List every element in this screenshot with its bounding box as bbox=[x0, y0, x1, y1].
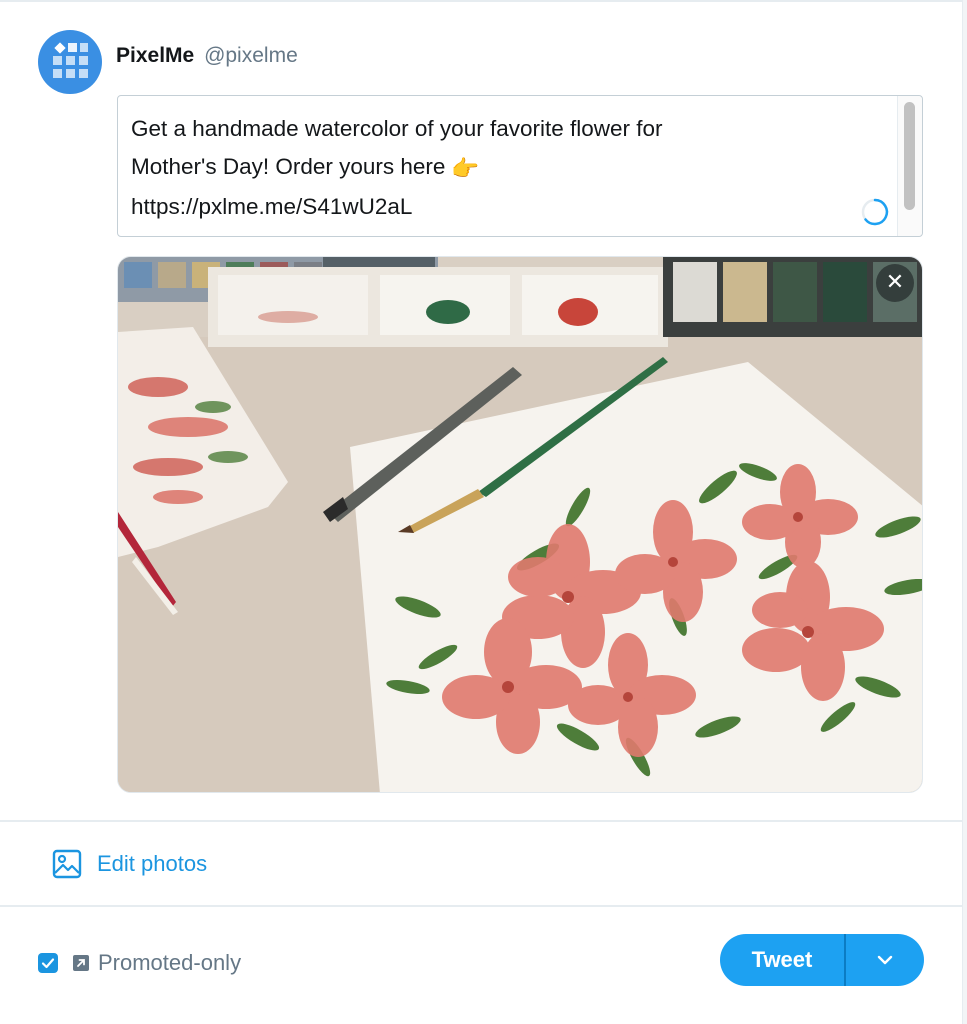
tweet-text-line-2-text: Mother's Day! Order yours here bbox=[131, 154, 446, 179]
attached-photo[interactable] bbox=[117, 256, 923, 793]
checkmark-icon bbox=[41, 958, 55, 969]
tweet-button[interactable]: Tweet bbox=[720, 934, 844, 986]
tweet-text-line-1: Get a handmade watercolor of your favori… bbox=[131, 116, 663, 141]
author-handle: @pixelme bbox=[204, 44, 298, 67]
tweet-button-group: Tweet bbox=[720, 934, 924, 986]
loading-ring-icon bbox=[861, 198, 889, 226]
window-scrollbar[interactable] bbox=[962, 0, 967, 1024]
text-scrollbar-thumb[interactable] bbox=[904, 102, 915, 210]
author-line: PixelMe @pixelme bbox=[116, 44, 298, 68]
tweet-text-line-3: https://pxlme.me/S41wU2aL bbox=[131, 194, 413, 219]
divider bbox=[0, 820, 963, 822]
tweet-text-input[interactable]: Get a handmade watercolor of your favori… bbox=[117, 95, 923, 237]
text-scrollbar[interactable] bbox=[897, 96, 922, 236]
edit-photos-label: Edit photos bbox=[97, 851, 208, 876]
author-name: PixelMe bbox=[116, 44, 195, 67]
chevron-down-icon bbox=[877, 955, 893, 965]
avatar bbox=[38, 30, 102, 94]
promoted-only-option: Promoted-only bbox=[38, 948, 241, 978]
remove-photo-button[interactable]: ✕ bbox=[876, 264, 914, 302]
pixelme-logo-icon bbox=[53, 42, 88, 78]
external-link-icon bbox=[73, 955, 89, 971]
pointing-hand-emoji: 👉 bbox=[451, 156, 480, 181]
promoted-only-label: Promoted-only bbox=[98, 950, 242, 975]
tweet-text[interactable]: Get a handmade watercolor of your favori… bbox=[131, 110, 851, 226]
tweet-text-line-2: Mother's Day! Order yours here 👉 bbox=[131, 148, 851, 188]
top-border bbox=[0, 0, 967, 2]
divider bbox=[0, 905, 963, 907]
image-icon bbox=[52, 849, 82, 879]
tweet-options-button[interactable] bbox=[846, 934, 924, 986]
edit-photos-button[interactable]: Edit photos bbox=[52, 848, 207, 880]
promoted-only-checkbox[interactable] bbox=[38, 953, 58, 973]
close-icon: ✕ bbox=[885, 269, 905, 294]
